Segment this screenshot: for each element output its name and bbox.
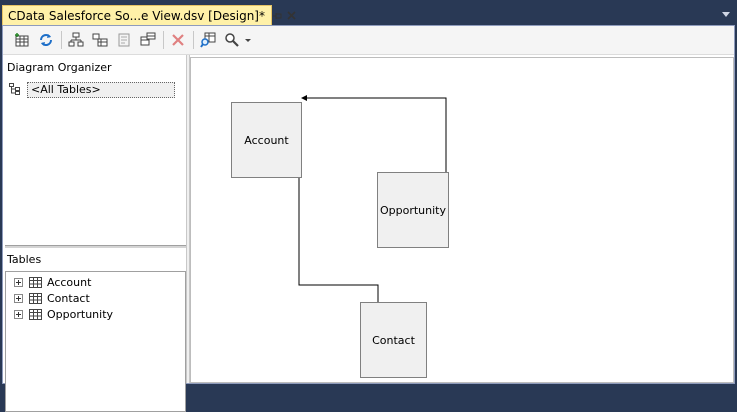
tab-dropdown-icon[interactable]	[721, 9, 731, 19]
diagram-organizer-title: Diagram Organizer	[7, 61, 112, 74]
document-tab[interactable]: CData Salesforce So...e View.dsv [Design…	[2, 5, 296, 25]
find-table-icon[interactable]	[199, 31, 217, 49]
table-label: Opportunity	[47, 307, 114, 321]
toolbar-separator	[61, 31, 62, 49]
table-icon	[29, 276, 42, 288]
relationship-opportunity-account	[301, 95, 447, 172]
all-tables-label: <All Tables>	[27, 82, 175, 98]
diagram-canvas[interactable]: Account Opportunity Contact	[190, 57, 734, 383]
diagram-organizer-pane: Diagram Organizer <All Tables> Tables Ac…	[3, 55, 186, 412]
expand-icon[interactable]	[14, 277, 23, 287]
table-node-opportunity[interactable]: Opportunity	[377, 172, 449, 248]
design-window: Diagram Organizer <All Tables> Tables Ac…	[2, 25, 735, 412]
table-row[interactable]: Account	[14, 274, 91, 290]
tables-list: Account Contact Opportunity	[5, 271, 186, 412]
designer-toolbar	[3, 26, 734, 55]
refresh-icon[interactable]	[37, 31, 55, 49]
replace-table-icon[interactable]	[139, 31, 157, 49]
table-label: Contact	[47, 291, 90, 305]
pane-splitter[interactable]	[5, 245, 186, 248]
document-tab-strip: CData Salesforce So...e View.dsv [Design…	[0, 3, 737, 25]
diagram-icon	[9, 82, 23, 98]
designer-frame: CData Salesforce So...e View.dsv [Design…	[0, 0, 737, 412]
zoom-dropdown-icon[interactable]	[243, 31, 253, 49]
table-icon	[29, 292, 42, 304]
document-tab-title: CData Salesforce So...e View.dsv [Design…	[8, 8, 265, 23]
all-tables-item[interactable]: <All Tables>	[9, 81, 185, 99]
table-node-account[interactable]: Account	[231, 102, 302, 178]
expand-icon[interactable]	[14, 293, 23, 303]
node-label: Account	[244, 133, 289, 147]
add-table-icon[interactable]	[13, 31, 31, 49]
node-label: Opportunity	[379, 203, 446, 217]
delete-icon[interactable]	[169, 31, 187, 49]
node-label: Contact	[372, 333, 415, 347]
relationship-contact-account	[296, 151, 379, 302]
zoom-icon[interactable]	[223, 31, 241, 49]
auto-layout-icon[interactable]	[91, 31, 109, 49]
close-icon[interactable]	[287, 9, 296, 23]
tables-title: Tables	[7, 253, 42, 266]
toolbar-separator	[193, 31, 194, 49]
table-node-contact[interactable]: Contact	[360, 302, 427, 378]
named-query-icon[interactable]	[115, 31, 133, 49]
arrange-tables-icon[interactable]	[67, 31, 85, 49]
toolbar-separator	[163, 31, 164, 49]
table-label: Account	[47, 275, 92, 289]
pin-icon[interactable]	[272, 9, 283, 23]
expand-icon[interactable]	[14, 309, 23, 319]
table-icon	[29, 308, 42, 320]
table-row[interactable]: Contact	[14, 290, 90, 306]
table-row[interactable]: Opportunity	[14, 306, 113, 322]
